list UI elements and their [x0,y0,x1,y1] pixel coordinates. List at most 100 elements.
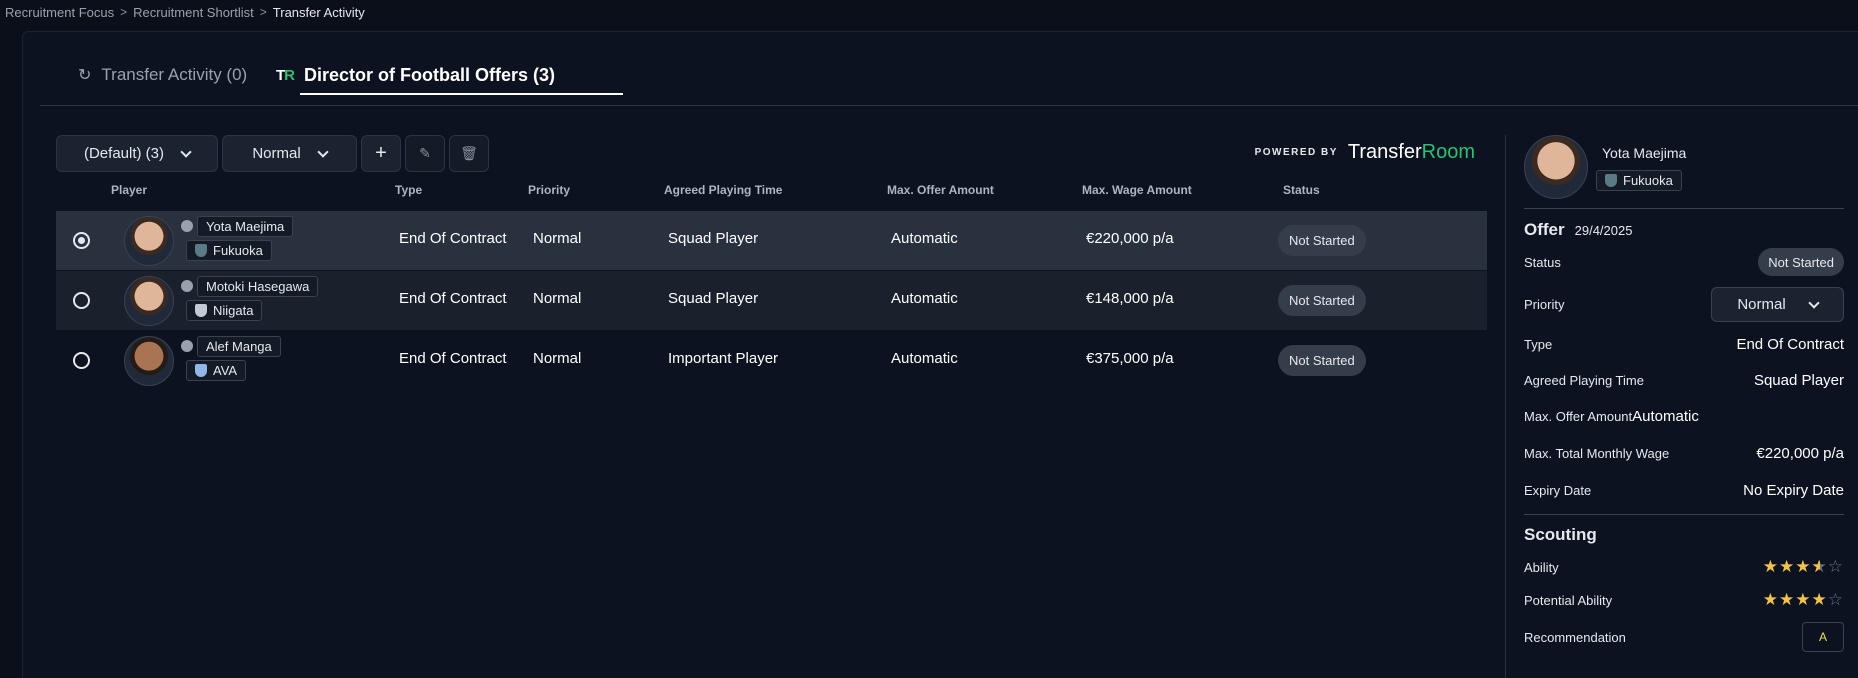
table-row[interactable]: Alef Manga AVA End Of Contract Normal Im… [56,331,1487,390]
edit-button[interactable]: ✎ [405,135,445,172]
cell-priority: Normal [533,350,582,367]
cell-type: End Of Contract [399,350,507,367]
wage-row: Max. Total Monthly Wage €220,000 p/a [1524,445,1844,462]
expiry-row: Expiry Date No Expiry Date [1524,482,1844,499]
playing-time-row: Agreed Playing Time Squad Player [1524,372,1844,389]
ability-stars-icon: ★★★★★☆ [1762,557,1844,576]
toolbar: (Default) (3) Normal + ✎ 🗑 [56,135,489,172]
cell-max-wage: €375,000 p/a [1086,350,1174,367]
column-header-agreed-playing-time[interactable]: Agreed Playing Time [664,183,782,197]
column-header-player[interactable]: Player [111,183,147,197]
priority-select-value: Normal [252,145,301,162]
club-chip[interactable]: AVA [186,359,247,381]
status-badge: Not Started [1278,285,1366,316]
divider [1524,208,1844,209]
club-crest-icon [1605,174,1617,187]
column-header-priority[interactable]: Priority [528,183,570,197]
status-badge: Not Started [1278,225,1366,256]
cell-max-wage: €220,000 p/a [1086,230,1174,247]
club-crest-icon [195,363,207,377]
club-chip[interactable]: Fukuoka [186,239,272,261]
scouting-heading: Scouting [1524,525,1597,544]
delete-button[interactable]: 🗑 [449,135,489,172]
add-button[interactable]: + [361,135,401,172]
cell-playing-time: Squad Player [668,230,759,247]
view-select-value: (Default) (3) [83,145,165,162]
offer-date: 29/4/2025 [1574,223,1633,238]
cell-max-offer: Automatic [891,290,958,307]
chevron-down-icon [1808,296,1820,309]
status-row: Status Not Started [1524,248,1844,276]
club-crest-icon [195,243,207,257]
tab-director-of-football-offers[interactable]: TR Director of Football Offers (3) [260,55,571,95]
column-header-type[interactable]: Type [395,183,422,197]
avatar [124,216,174,266]
row-radio[interactable] [73,292,90,309]
avatar [124,276,174,326]
cell-playing-time: Squad Player [668,290,759,307]
powered-by: POWERED BY TransferRoom [1255,141,1475,164]
row-radio[interactable] [73,352,90,369]
tab-bar: ↻ Transfer Activity (0) TR Director of F… [40,55,1858,106]
ability-row: Ability ★★★★★☆ [1524,557,1844,576]
breadcrumb-item-recruitment-shortlist[interactable]: Recruitment Shortlist [133,5,254,20]
chevron-right-icon: > [120,5,128,19]
chevron-down-icon [180,145,192,158]
cell-priority: Normal [533,230,582,247]
tab-label: Director of Football Offers (3) [304,64,556,85]
column-header-max-wage-amount[interactable]: Max. Wage Amount [1082,183,1192,197]
cell-type: End Of Contract [399,290,507,307]
priority-row: Priority Normal [1524,287,1844,322]
player-name[interactable]: Yota Maejima [197,215,294,237]
transferroom-logo-icon: TR [276,66,295,84]
avatar [124,336,174,386]
max-offer-row: Max. Offer Amount Automatic [1524,408,1699,425]
chevron-right-icon: > [259,5,267,19]
divider [1524,514,1844,515]
cell-max-offer: Automatic [891,230,958,247]
person-icon [181,280,193,292]
club-crest-icon [195,303,207,317]
plus-icon: + [375,142,387,164]
row-radio[interactable] [73,232,90,249]
table-row[interactable]: Motoki Hasegawa Niigata End Of Contract … [56,271,1487,330]
breadcrumb-item-transfer-activity: Transfer Activity [272,4,365,20]
sidebar-divider [1505,135,1506,678]
recommendation-row: Recommendation A [1524,622,1844,652]
column-header-max-offer-amount[interactable]: Max. Offer Amount [887,183,994,197]
transferroom-brand: TransferRoom [1347,141,1475,163]
breadcrumb-item-recruitment-focus[interactable]: Recruitment Focus [5,5,114,20]
cell-type: End Of Contract [399,230,507,247]
player-name[interactable]: Motoki Hasegawa [197,275,319,297]
view-select[interactable]: (Default) (3) [56,135,218,172]
priority-select[interactable]: Normal [222,135,357,172]
cell-priority: Normal [533,290,582,307]
potential-stars-icon: ★★★★☆ [1762,590,1844,609]
person-icon [181,340,193,352]
potential-ability-row: Potential Ability ★★★★☆ [1524,590,1844,609]
offer-heading: Offer 29/4/2025 [1524,220,1633,239]
powered-by-label: POWERED BY [1254,147,1338,158]
pencil-icon: ✎ [419,145,431,161]
type-row: Type End Of Contract [1524,336,1844,353]
avatar [1524,135,1588,199]
tab-transfer-activity[interactable]: ↻ Transfer Activity (0) [62,55,263,95]
person-icon [181,220,193,232]
status-badge: Not Started [1278,345,1366,376]
side-player-name[interactable]: Yota Maejima [1602,145,1686,161]
column-header-status[interactable]: Status [1283,183,1320,197]
player-name[interactable]: Alef Manga [197,335,281,357]
table-row[interactable]: Yota Maejima Fukuoka End Of Contract Nor… [56,211,1487,270]
breadcrumb: Recruitment Focus > Recruitment Shortlis… [5,4,365,20]
side-club-chip[interactable]: Fukuoka [1596,170,1682,191]
chevron-down-icon [317,145,329,158]
recommendation-badge[interactable]: A [1802,622,1844,652]
tab-label: Transfer Activity (0) [101,65,248,84]
club-chip[interactable]: Niigata [186,299,263,321]
priority-dropdown[interactable]: Normal [1711,287,1844,322]
trash-icon: 🗑 [460,145,478,161]
cell-playing-time: Important Player [668,350,779,367]
active-tab-indicator [300,93,623,95]
refresh-icon: ↻ [78,67,92,84]
cell-max-offer: Automatic [891,350,958,367]
